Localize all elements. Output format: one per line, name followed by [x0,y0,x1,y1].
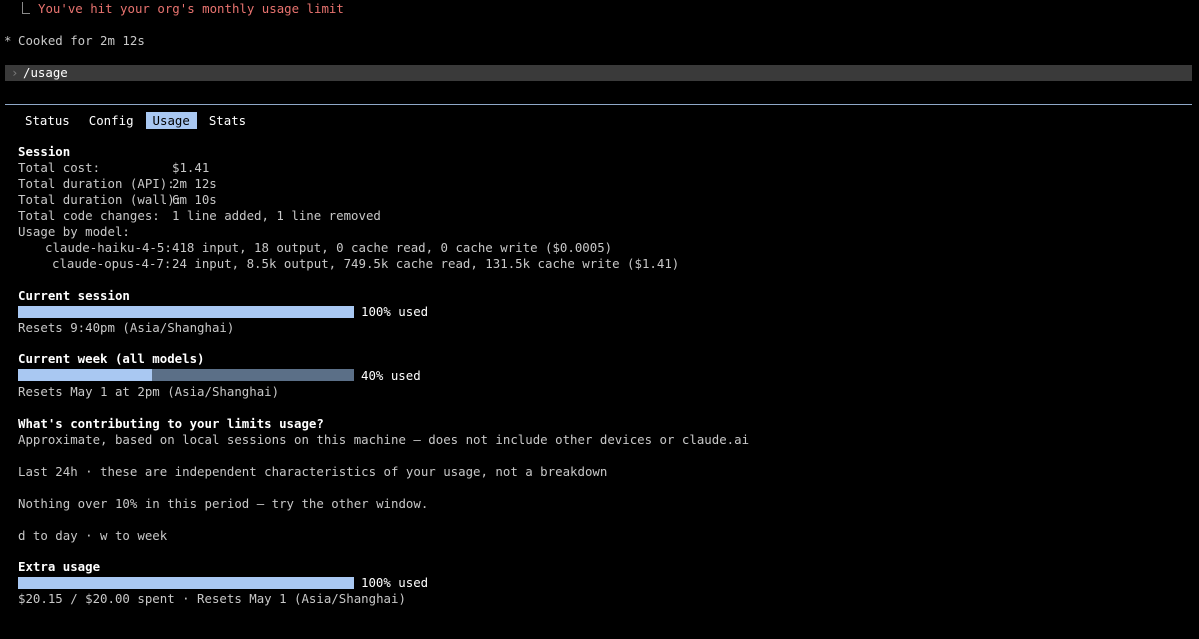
extra-usage-title: Extra usage [18,559,101,574]
current-week-used: 40% used [361,368,421,383]
panel-divider [5,104,1192,105]
total-cost-label: Total cost: [18,160,101,175]
duration-api-value: 2m 12s [172,176,217,191]
tab-bar: Status Config Usage Stats [18,112,258,129]
current-session-progress-fill [18,306,354,318]
current-week-progress [18,369,354,381]
extra-usage-progress [18,577,354,589]
cooked-status: Cooked for 2m 12s [18,33,145,48]
current-session-title: Current session [18,288,130,303]
tab-usage[interactable]: Usage [145,112,197,129]
limit-message: You've hit your org's monthly usage limi… [38,1,344,16]
current-week-progress-fill [18,369,153,381]
window-toggle-hint: d to day · w to week [18,528,168,543]
contributing-last24: Last 24h · these are independent charact… [18,464,608,479]
tab-stats[interactable]: Stats [202,112,253,129]
code-changes-label: Total code changes: [18,208,160,223]
current-session-resets: Resets 9:40pm (Asia/Shanghai) [18,320,235,335]
extra-usage-used: 100% used [361,575,429,590]
asterisk-icon: * [4,33,12,48]
extra-usage-spent: $20.15 / $20.00 spent · Resets May 1 (As… [18,591,406,606]
contributing-approx: Approximate, based on local sessions on … [18,432,750,447]
tab-status[interactable]: Status [18,112,77,129]
model-opus-usage: 24 input, 8.5k output, 749.5k cache read… [172,256,680,271]
session-title: Session [18,144,71,159]
duration-wall-label: Total duration (wall): [18,192,183,207]
model-opus-name: claude-opus-4-7: [52,256,172,271]
tree-corner-icon [22,2,30,14]
duration-wall-value: 6m 10s [172,192,217,207]
current-session-progress [18,306,354,318]
current-week-resets: Resets May 1 at 2pm (Asia/Shanghai) [18,384,280,399]
current-week-title: Current week (all models) [18,351,205,366]
extra-usage-progress-fill [18,577,354,589]
model-haiku-name: claude-haiku-4-5: [45,240,172,255]
contributing-title: What's contributing to your limits usage… [18,416,324,431]
duration-api-label: Total duration (API): [18,176,175,191]
model-haiku-usage: 418 input, 18 output, 0 cache read, 0 ca… [172,240,613,255]
prompt-chevron-icon: › [11,65,19,80]
contributing-nothing: Nothing over 10% in this period — try th… [18,496,429,511]
total-cost-value: $1.41 [172,160,210,175]
code-changes-value: 1 line added, 1 line removed [172,208,381,223]
prompt-input[interactable]: › /usage [5,65,1192,81]
current-session-used: 100% used [361,304,429,319]
prompt-command: /usage [23,65,68,80]
usage-by-model-label: Usage by model: [18,224,130,239]
tab-config[interactable]: Config [82,112,141,129]
